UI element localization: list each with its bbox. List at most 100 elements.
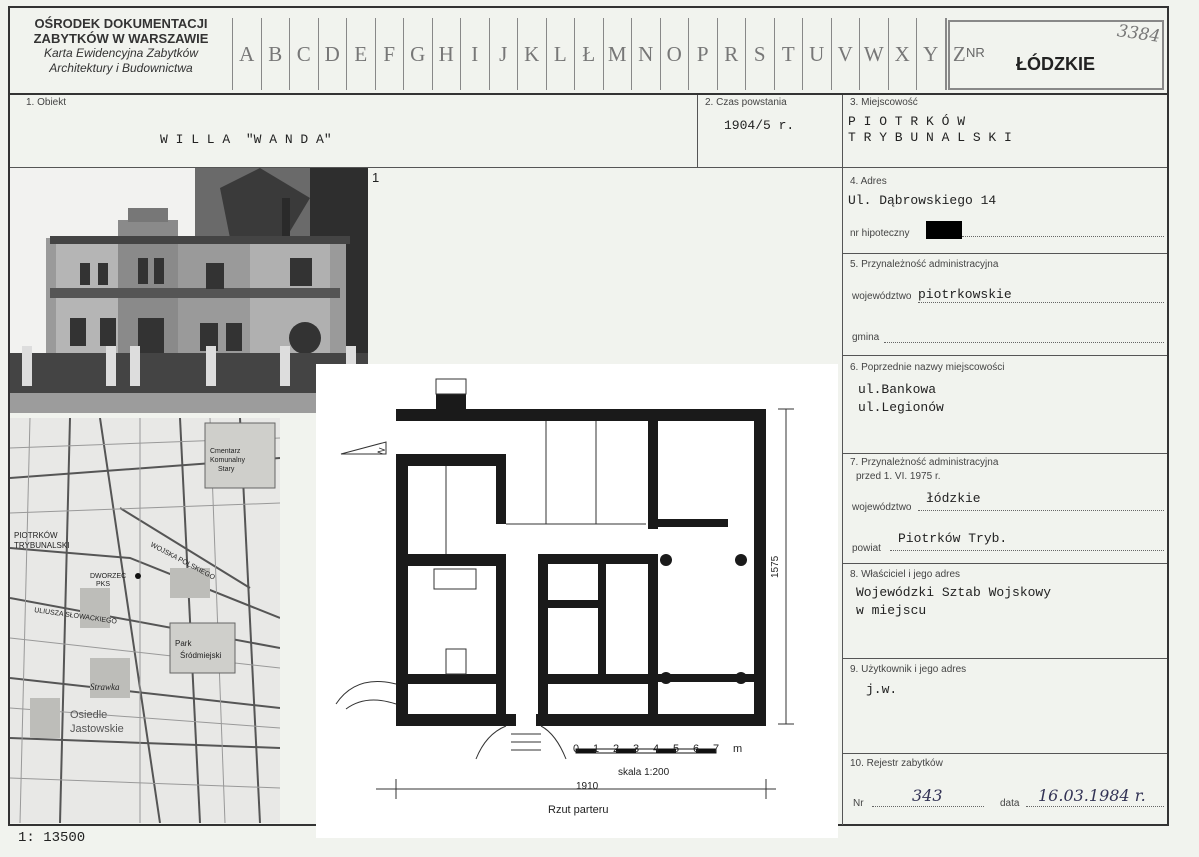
scale-number: 5 [673, 743, 680, 755]
record-card: OŚRODEK DOKUMENTACJI ZABYTKÓW W WARSZAWI… [0, 0, 1199, 857]
register-date-line [1026, 806, 1164, 807]
org-line-4: Architektury i Budownictwa [49, 61, 193, 75]
voivodeship-label: województwo [852, 291, 912, 302]
county-label: powiat [852, 543, 881, 554]
former-name-1: ul.Bankowa [858, 382, 937, 397]
nr-label: NR [966, 45, 985, 60]
index-letter: J [488, 18, 518, 90]
index-letter: W [859, 18, 888, 90]
locality-line-1: P I O T R K Ó W [848, 114, 966, 129]
region-name: ŁÓDZKIE [1016, 54, 1095, 74]
redaction-box [926, 221, 962, 239]
index-letter: P [688, 18, 717, 90]
prior-voivodeship-line [918, 510, 1164, 511]
address-value: Ul. Dąbrowskiego 14 [848, 193, 997, 208]
index-letter: O [659, 18, 689, 90]
index-letter: H [431, 18, 461, 90]
register-label: 10. Rejestr zabytków [850, 758, 943, 769]
scale-number: 0 [573, 743, 580, 755]
index-letter: A [232, 18, 261, 90]
svg-text:PIOTRKÓW: PIOTRKÓW [14, 531, 58, 540]
building-photo [10, 168, 368, 413]
prior-voivodeship-label: województwo [852, 502, 912, 513]
register-date-label: data [1000, 798, 1020, 809]
index-letter: I [460, 18, 489, 90]
index-letter: U [802, 18, 831, 90]
scale-numbers: 0 1 2 3 4 5 6 7 m [573, 743, 742, 755]
register-nr-line [872, 806, 984, 807]
commune-label: gmina [852, 332, 880, 343]
map-scale: 1: 13500 [18, 830, 86, 846]
locality-label: 3. Miejscowość [850, 97, 918, 108]
svg-text:Komunalny: Komunalny [210, 457, 246, 464]
index-letter: G [403, 18, 432, 90]
plan-height-dimension: 1575 [770, 555, 781, 578]
owner-label: 8. Właściciel i jego adres [850, 569, 961, 580]
prior-admin-label: 7. Przynależność administracyjna [850, 457, 999, 468]
index-letter: N [631, 18, 660, 90]
plan-width-dimension: 1910 [576, 781, 599, 792]
institution-header: OŚRODEK DOKUMENTACJI ZABYTKÓW W WARSZAWI… [10, 16, 232, 76]
user-value: j.w. [866, 682, 898, 697]
former-names-label: 6. Poprzednie nazwy miejscowości [850, 362, 1005, 373]
index-letter: E [346, 18, 375, 90]
plan-scale-text: skala 1:200 [618, 767, 670, 778]
floor-plan [316, 364, 838, 838]
scale-number: m [733, 743, 743, 755]
index-letter: X [887, 18, 917, 90]
index-letter: L [545, 18, 575, 90]
index-letter: B [260, 18, 290, 90]
voivodeship-value: piotrkowskie [918, 287, 1012, 302]
villa-photo-image [10, 168, 368, 413]
scale-number: 2 [613, 743, 620, 755]
index-letter: M [602, 18, 632, 90]
plan-caption: Rzut parteru [548, 804, 609, 816]
mortgage-number-line [962, 236, 1164, 237]
prior-admin-date: przed 1. VI. 1975 r. [856, 471, 941, 482]
svg-text:Strawka: Strawka [90, 682, 120, 692]
index-letter: Y [916, 18, 945, 90]
index-letter: Ł [574, 18, 603, 90]
index-letter: D [317, 18, 347, 90]
org-line-2: ZABYTKÓW W WARSZAWIE [33, 31, 209, 46]
svg-text:TRYBUNALSKI: TRYBUNALSKI [14, 541, 69, 550]
address-label: 4. Adres [850, 176, 887, 187]
photo-index: 1 [372, 170, 380, 185]
location-map: PIOTRKÓW TRYBUNALSKI DWORZEC PKS WOJSKA … [10, 418, 280, 823]
owner-line-2: w miejscu [856, 603, 927, 618]
register-nr-value: 343 [912, 786, 943, 805]
object-name: W I L L A "W A N D A" [160, 132, 332, 147]
scale-number: 1 [593, 743, 600, 755]
svg-text:Osiedle: Osiedle [70, 709, 107, 721]
date-built-label: 2. Czas powstania [705, 97, 787, 108]
index-letter: S [745, 18, 774, 90]
svg-text:DWORZEC: DWORZEC [90, 573, 126, 580]
scale-number: 3 [633, 743, 640, 755]
scale-number: 4 [653, 743, 660, 755]
scale-number: 7 [713, 743, 720, 755]
index-letters: ABCDEFGHIJKLŁMNOPRSTUVWXYZ [232, 18, 973, 90]
index-letter: V [830, 18, 860, 90]
index-letter: T [773, 18, 803, 90]
mortgage-number-label: nr hipoteczny [850, 228, 910, 239]
index-letter: C [289, 18, 318, 90]
county-value: Piotrków Tryb. [898, 531, 1008, 546]
svg-text:Park: Park [175, 639, 192, 648]
register-date-value: 16.03.1984 r. [1038, 786, 1146, 805]
scale-number: 6 [693, 743, 700, 755]
prior-voivodeship-value: łódzkie [926, 491, 981, 506]
ground-floor-plan-drawing [335, 378, 794, 799]
owner-line-1: Wojewódzki Sztab Wojskowy [856, 585, 1052, 600]
voivodeship-line [918, 302, 1164, 303]
org-line-1: OŚRODEK DOKUMENTACJI [34, 16, 208, 31]
svg-text:PKS: PKS [96, 581, 110, 588]
org-line-3: Karta Ewidencyjna Zabytków [43, 46, 199, 60]
commune-line [884, 342, 1164, 343]
register-nr-label: Nr [853, 798, 864, 809]
object-label: 1. Obiekt [26, 97, 67, 108]
index-letter: K [517, 18, 546, 90]
former-name-2: ul.Legionów [858, 400, 944, 415]
index-letter: F [374, 18, 404, 90]
county-line [890, 550, 1164, 551]
svg-text:Śródmiejski: Śródmiejski [180, 651, 222, 660]
